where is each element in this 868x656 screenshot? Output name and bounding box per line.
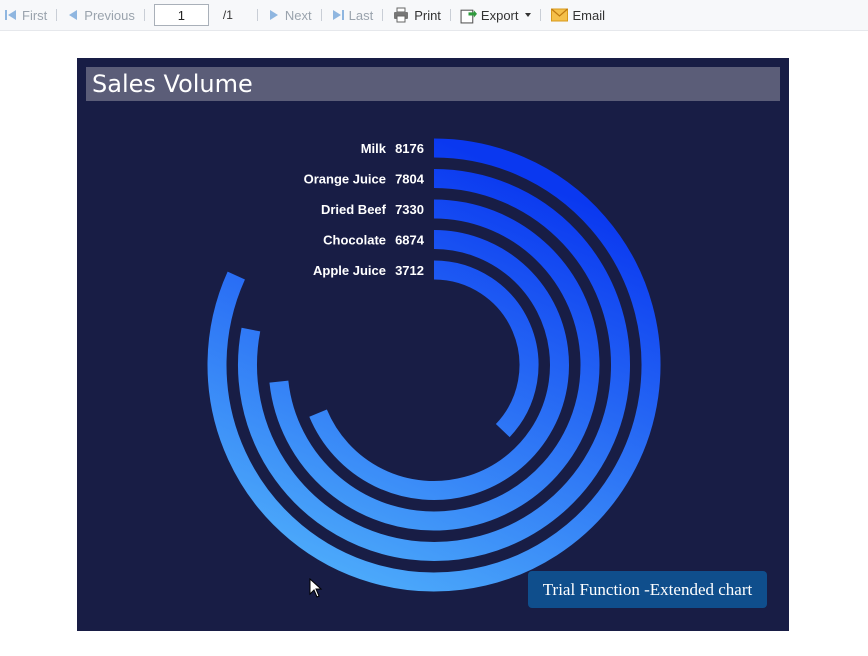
category-label: Dried Beef [321, 202, 387, 217]
value-label: 8176 [395, 141, 424, 156]
value-label: 6874 [395, 233, 425, 248]
first-page-icon [5, 10, 16, 20]
chart-panel: 8176 Milk 7804 Orange Juice 7330 Dried Beef 68… [77, 58, 789, 631]
page-total: /1 [222, 8, 233, 22]
value-label: 7804 [395, 172, 425, 187]
next-page-icon [269, 10, 278, 20]
labels-layer: 8176 Milk 7804 Orange Juice 7330 Dried Beef 68… [304, 141, 425, 278]
previous-page-button[interactable]: Previous [66, 8, 135, 23]
export-button[interactable]: Export [460, 7, 531, 24]
toolbar-divider [320, 9, 322, 21]
export-label: Export [480, 7, 519, 23]
toolbar-divider [256, 9, 258, 21]
email-button[interactable]: Email [550, 7, 606, 23]
chart-title: Sales Volume [86, 67, 780, 101]
chevron-down-icon [524, 13, 531, 17]
category-label: Milk [361, 141, 387, 156]
page-number-input[interactable] [153, 4, 209, 26]
category-label: Chocolate [323, 233, 386, 248]
print-label: Print [414, 7, 441, 23]
last-page-label: Last [348, 7, 374, 23]
category-label: Orange Juice [304, 172, 386, 187]
first-page-button[interactable]: First [4, 8, 47, 23]
next-page-label: Next [284, 7, 312, 23]
category-label: Apple Juice [313, 263, 386, 278]
trial-watermark-badge: Trial Function -Extended chart [528, 571, 767, 608]
value-label: 3712 [395, 263, 424, 278]
printer-icon [394, 7, 409, 23]
last-page-button[interactable]: Last [331, 7, 374, 23]
radial-bar-apple-juice [433, 260, 539, 438]
print-button[interactable]: Print [392, 7, 441, 23]
toolbar-divider [449, 9, 451, 21]
value-label: 7330 [395, 202, 424, 217]
toolbar-divider [539, 9, 541, 21]
email-label: Email [572, 7, 606, 23]
export-icon [460, 9, 477, 23]
toolbar-divider [143, 9, 145, 21]
previous-page-label: Previous [84, 7, 135, 23]
first-page-label: First [22, 7, 48, 23]
toolbar-divider [56, 9, 58, 21]
last-page-icon [332, 10, 344, 20]
previous-page-icon [69, 10, 78, 20]
report-toolbar: First Previous /1 Next Last Print Export… [0, 0, 868, 31]
arcs-layer [207, 138, 661, 592]
radial-bar-chart: 8176 Milk 7804 Orange Juice 7330 Dried Beef 68… [207, 138, 661, 592]
radial-bar-dried-beef [269, 199, 600, 531]
next-page-button[interactable]: Next [267, 8, 312, 23]
envelope-icon [550, 8, 568, 22]
mouse-cursor-icon [309, 578, 323, 598]
toolbar-divider [382, 9, 384, 21]
